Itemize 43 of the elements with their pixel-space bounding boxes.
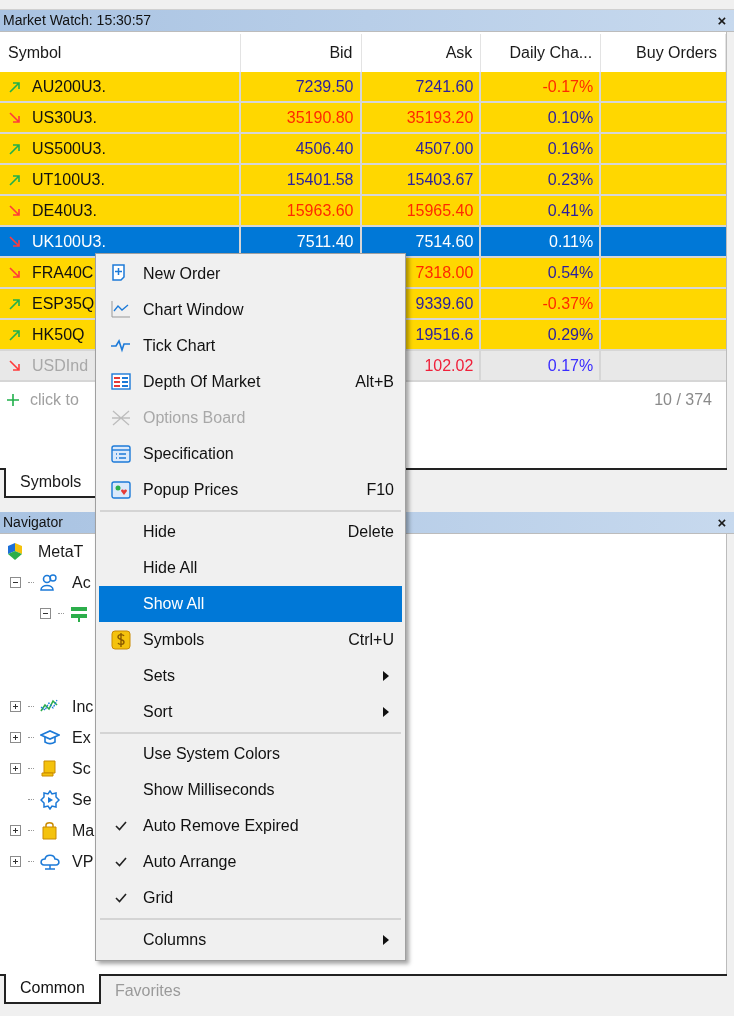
shortcut-label: Alt+B xyxy=(355,372,394,392)
change-value: 0.54% xyxy=(547,262,594,283)
symbol-name: AU200U3. xyxy=(32,76,106,97)
price-value: 4507.00 xyxy=(415,138,474,159)
price-value: 35190.80 xyxy=(286,107,354,128)
price-value: 7514.60 xyxy=(415,231,474,252)
price-value: 9339.60 xyxy=(415,293,474,314)
symbol-name: ESP35Q xyxy=(32,293,95,314)
price-value: 19516.6 xyxy=(415,324,474,345)
change-value: -0.37% xyxy=(542,293,594,314)
symbol-name: USDInd xyxy=(32,355,89,376)
price-value: 35193.20 xyxy=(406,107,474,128)
price-value: 7241.60 xyxy=(415,76,474,97)
symbol-name: US30U3. xyxy=(32,107,97,128)
price-value: 7239.50 xyxy=(295,76,354,97)
change-value: 0.10% xyxy=(547,107,594,128)
symbol-name: US500U3. xyxy=(32,138,106,159)
change-value: 0.16% xyxy=(547,138,594,159)
panel-title: Market Watch: 15:30:57 xyxy=(3,11,152,30)
change-value: 0.41% xyxy=(547,200,594,221)
change-value: 0.11% xyxy=(549,231,594,252)
shortcut-label: Ctrl+U xyxy=(348,630,394,650)
price-value: 102.02 xyxy=(424,355,474,376)
symbol-name: DE40U3. xyxy=(32,200,97,221)
symbol-name: FRA40C xyxy=(32,262,94,283)
symbol-count: 10 / 374 xyxy=(654,390,712,410)
price-value: 7318.00 xyxy=(415,262,474,283)
symbol-name: UT100U3. xyxy=(32,169,105,190)
price-value: 7511.40 xyxy=(296,231,354,252)
shortcut-label: F10 xyxy=(366,480,394,500)
price-value: 15965.40 xyxy=(406,200,474,221)
price-value: 15401.58 xyxy=(286,169,354,190)
price-value: 15963.60 xyxy=(286,200,354,221)
change-value: 0.17% xyxy=(547,355,594,376)
change-value: 0.29% xyxy=(547,324,594,345)
change-value: 0.23% xyxy=(547,169,594,190)
change-value: -0.17% xyxy=(542,76,594,97)
price-value: 15403.67 xyxy=(406,169,474,190)
price-value: 4506.40 xyxy=(295,138,354,159)
symbol-name: UK100U3. xyxy=(32,231,106,252)
panel-title: Navigator xyxy=(3,513,63,532)
shortcut-label: Delete xyxy=(347,522,394,542)
symbol-name: HK50Q xyxy=(32,324,85,345)
